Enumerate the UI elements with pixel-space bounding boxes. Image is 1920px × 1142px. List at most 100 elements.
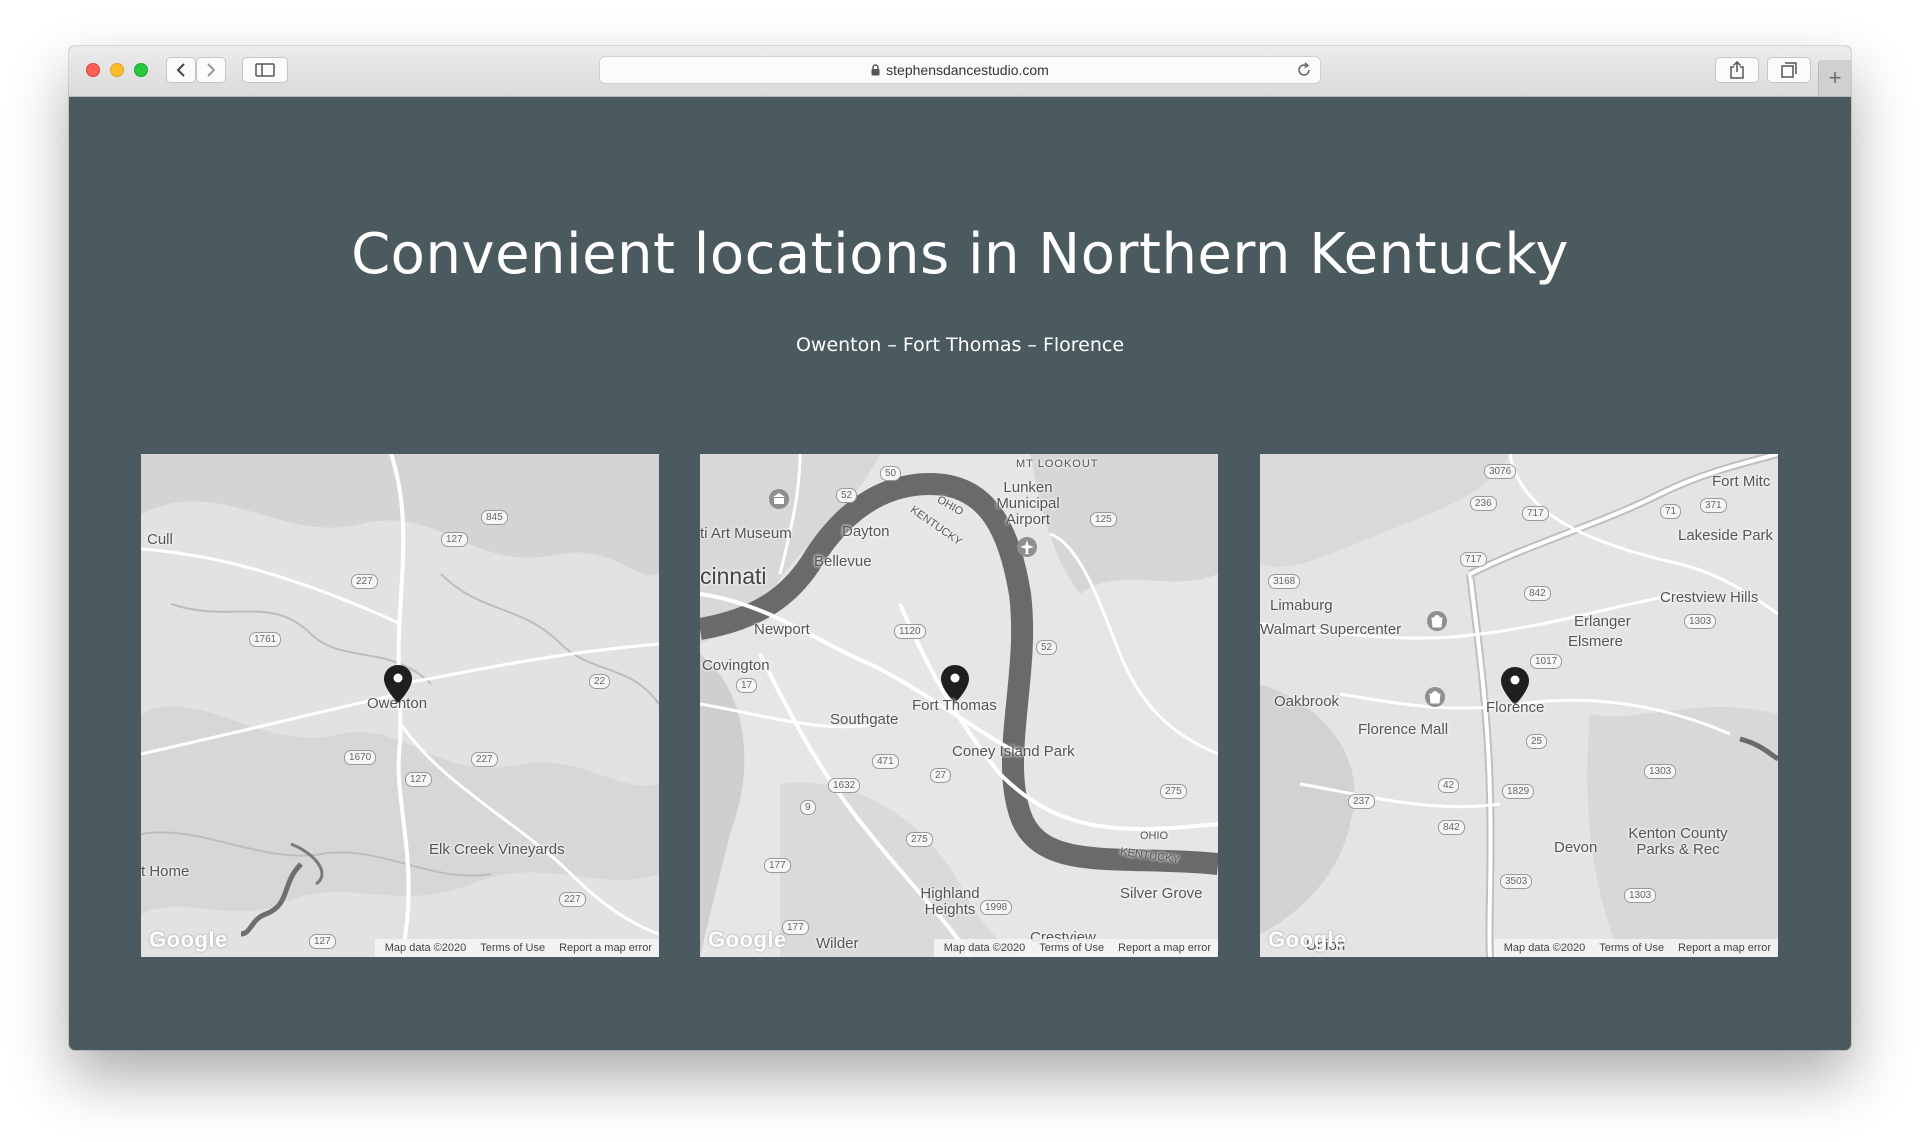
place-label: Bellevue: [814, 553, 872, 570]
shopping-icon: [1427, 611, 1447, 631]
place-label: Covington: [702, 657, 770, 674]
browser-toolbar: stephensdancestudio.com +: [69, 46, 1851, 97]
road-shield: 227: [351, 574, 378, 589]
road-shield: 371: [1700, 498, 1727, 513]
terms-link[interactable]: Terms of Use: [1039, 942, 1104, 954]
road-shield: 845: [481, 510, 508, 525]
url-text: stephensdancestudio.com: [886, 62, 1049, 78]
place-label: Lunken Municipal Airport: [996, 479, 1060, 528]
location-pin-icon[interactable]: [383, 664, 413, 704]
road-shield: 52: [1036, 640, 1058, 655]
plus-icon: +: [1828, 65, 1842, 90]
road-shield: 127: [309, 934, 336, 949]
place-label: Kenton County Parks & Rec: [1628, 825, 1728, 858]
road-shield: 27: [930, 768, 952, 783]
map-attribution: Map data ©2020 Terms of Use Report a map…: [1493, 939, 1778, 957]
road-shield: 127: [441, 532, 468, 547]
museum-icon: [769, 489, 789, 509]
google-logo: Google: [708, 927, 787, 952]
road-shield: 50: [880, 466, 902, 481]
road-shield: 22: [589, 674, 611, 689]
road-shield: 1632: [828, 778, 861, 793]
sidebar-toggle-button[interactable]: [242, 57, 288, 83]
zoom-window-button[interactable]: [134, 63, 148, 77]
road-shield: 717: [1522, 506, 1549, 521]
browser-window: stephensdancestudio.com + Convenient loc…: [69, 46, 1851, 1050]
place-label: MT LOOKOUT: [1016, 458, 1099, 470]
map-data-text: Map data ©2020: [943, 942, 1026, 954]
place-label: Silver Grove: [1120, 885, 1203, 902]
road-shield: 842: [1524, 586, 1551, 601]
reload-icon[interactable]: [1296, 62, 1312, 78]
road-shield: 127: [405, 772, 432, 787]
road-shield: 227: [471, 752, 498, 767]
place-label: Elsmere: [1568, 633, 1624, 650]
location-label: Florence: [1486, 699, 1545, 716]
road-shield: 125: [1090, 512, 1117, 527]
place-label: ti Art Museum: [700, 525, 792, 542]
road-shield: 1761: [249, 632, 282, 647]
place-label: Limaburg: [1270, 597, 1333, 614]
road-shield: 275: [906, 832, 933, 847]
google-logo: Google: [149, 927, 228, 952]
report-error-link[interactable]: Report a map error: [1118, 942, 1211, 954]
sidebar-icon: [255, 63, 275, 77]
road-shield: 1670: [344, 750, 377, 765]
place-label: Cull: [147, 531, 173, 548]
place-label: Florence Mall: [1358, 721, 1449, 738]
share-button[interactable]: [1715, 57, 1759, 83]
road-shield: 1998: [980, 900, 1013, 915]
place-label: Wilder: [816, 935, 859, 952]
road-shield: 17: [736, 678, 758, 693]
place-label: Dayton: [842, 523, 890, 540]
google-logo: Google: [1268, 927, 1347, 952]
forward-button[interactable]: [196, 57, 226, 83]
place-label: Newport: [754, 621, 810, 638]
place-label: Coney Island Park: [952, 743, 1075, 760]
road-shield: 52: [836, 488, 858, 503]
map-data-text: Map data ©2020: [1503, 942, 1586, 954]
map-data-text: Map data ©2020: [384, 942, 467, 954]
airport-icon: [1017, 537, 1037, 557]
tabs-icon: [1781, 62, 1797, 78]
road-shield: 71: [1660, 504, 1682, 519]
road-shield: 1303: [1644, 764, 1677, 779]
place-label: cinnati: [700, 563, 767, 589]
close-window-button[interactable]: [86, 63, 100, 77]
report-error-link[interactable]: Report a map error: [1678, 942, 1771, 954]
road-shield: 1829: [1502, 784, 1535, 799]
new-tab-button[interactable]: +: [1818, 60, 1851, 96]
place-label: Crestview Hills: [1660, 589, 1759, 606]
river-label: OHIO: [1140, 830, 1169, 842]
back-button[interactable]: [166, 57, 196, 83]
chevron-right-icon: [207, 63, 216, 77]
share-icon: [1730, 61, 1744, 79]
road-shield: 236: [1470, 496, 1497, 511]
place-label: Southgate: [830, 711, 899, 728]
place-label: Fort Mitc: [1712, 473, 1771, 490]
road-shield: 177: [764, 858, 791, 873]
tabs-overview-button[interactable]: [1767, 57, 1811, 83]
road-shield: 25: [1526, 734, 1548, 749]
lock-icon: [871, 64, 880, 76]
road-shield: 471: [872, 754, 899, 769]
map-fort-thomas[interactable]: ti Art Museum Dayton Bellevue cinnati Ne…: [700, 454, 1218, 957]
place-label: Walmart Supercenter: [1260, 621, 1402, 638]
location-label: Fort Thomas: [912, 697, 997, 714]
page-content: Convenient locations in Northern Kentuck…: [69, 97, 1851, 1050]
road-shield: 1303: [1684, 614, 1717, 629]
road-shield: 3076: [1484, 464, 1517, 479]
terms-link[interactable]: Terms of Use: [480, 942, 545, 954]
map-florence[interactable]: Fort Mitc Lakeside Park Crestview Hills …: [1260, 454, 1778, 957]
place-label: Erlanger: [1574, 613, 1631, 630]
road-shield: 42: [1438, 778, 1460, 793]
road-shield: 1120: [894, 624, 926, 639]
place-label: Elk Creek Vineyards: [429, 841, 565, 858]
address-bar[interactable]: stephensdancestudio.com: [599, 56, 1321, 84]
minimize-window-button[interactable]: [110, 63, 124, 77]
map-owenton[interactable]: Cull Elk Creek Vineyards t Home Owenton …: [141, 454, 659, 957]
road-shield: 1303: [1624, 888, 1657, 903]
road-shield: 227: [559, 892, 586, 907]
report-error-link[interactable]: Report a map error: [559, 942, 652, 954]
terms-link[interactable]: Terms of Use: [1599, 942, 1664, 954]
